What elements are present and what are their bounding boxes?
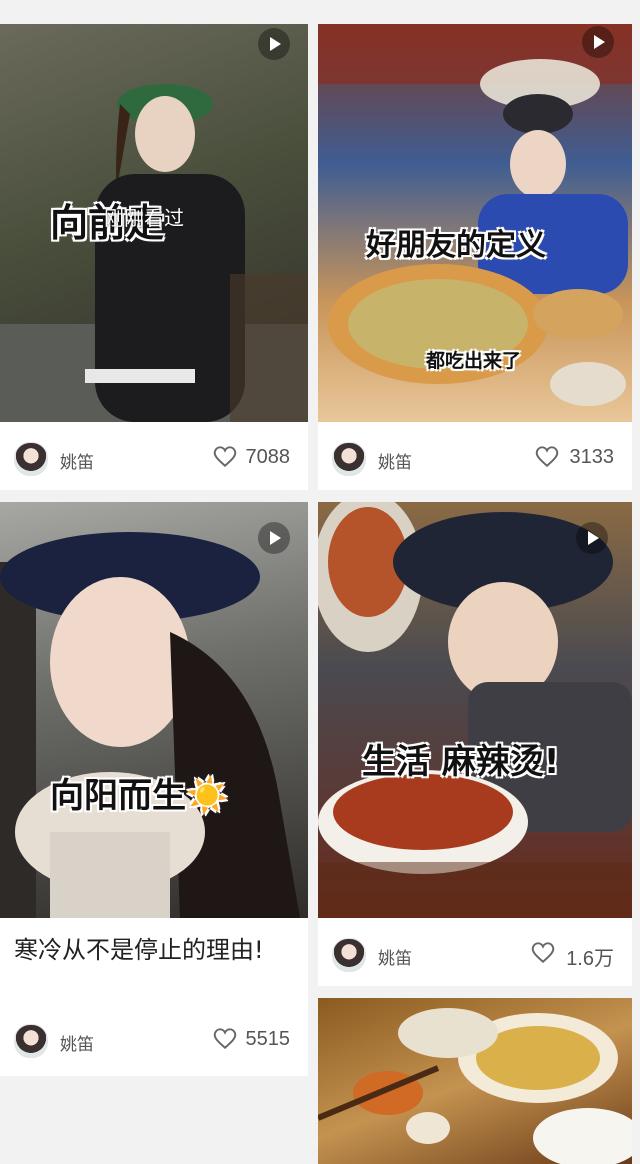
author-name[interactable]: 姚笛	[378, 944, 412, 969]
video-thumbnail[interactable]: 好朋友的定义 都吃出来了	[318, 24, 632, 422]
heart-icon[interactable]	[534, 444, 560, 468]
play-icon	[258, 28, 290, 60]
post-caption[interactable]: 寒冷从不是停止的理由!	[14, 928, 294, 972]
feed-card-1[interactable]: 向前走 刚刚看过 姚笛 7088	[0, 24, 308, 490]
like-count: 7088	[245, 446, 291, 468]
video-thumbnail[interactable]	[318, 998, 632, 1164]
video-thumbnail[interactable]: 向前走 刚刚看过	[0, 24, 308, 422]
overlay-title: 向阳而生☀️	[50, 776, 229, 816]
heart-icon[interactable]	[212, 444, 238, 468]
overlay-title: 生活 麻辣烫!	[362, 742, 560, 782]
avatar[interactable]	[332, 442, 366, 476]
author-name[interactable]: 姚笛	[60, 1030, 94, 1055]
feed-card-3[interactable]: 向阳而生☀️ 寒冷从不是停止的理由! 姚笛 5515	[0, 502, 308, 1076]
feed-card-5[interactable]	[318, 998, 632, 1164]
overlay-title: 好朋友的定义	[366, 228, 546, 263]
overlay-subtitle: 都吃出来了	[426, 350, 522, 372]
feed-card-2[interactable]: 好朋友的定义 都吃出来了 姚笛 3133	[318, 24, 632, 490]
video-thumbnail[interactable]: 向阳而生☀️	[0, 502, 308, 918]
card-meta: 姚笛 5515	[0, 1020, 308, 1060]
heart-icon[interactable]	[212, 1026, 238, 1050]
play-icon	[582, 26, 614, 58]
author-name[interactable]: 姚笛	[60, 448, 94, 473]
like-count: 5515	[245, 1028, 291, 1050]
like-count: 1.6万	[566, 948, 614, 970]
card-meta: 姚笛 3133	[318, 438, 632, 478]
author-name[interactable]: 姚笛	[378, 448, 412, 473]
play-icon	[576, 522, 608, 554]
video-thumbnail[interactable]: 生活 麻辣烫!	[318, 502, 632, 918]
play-icon	[258, 522, 290, 554]
avatar[interactable]	[14, 1024, 48, 1058]
thumbnail-image	[0, 532, 300, 918]
feed-card-4[interactable]: 生活 麻辣烫! 姚笛 1.6万	[318, 502, 632, 986]
thumbnail-image	[318, 502, 632, 918]
heart-icon[interactable]	[530, 940, 556, 964]
recently-viewed-tag: 刚刚看过	[104, 206, 184, 230]
card-meta: 姚笛 7088	[0, 438, 308, 478]
like-count: 3133	[569, 446, 615, 468]
avatar[interactable]	[14, 442, 48, 476]
thumbnail-image	[318, 1008, 632, 1164]
avatar[interactable]	[332, 938, 366, 972]
card-meta: 姚笛 1.6万	[318, 934, 632, 974]
